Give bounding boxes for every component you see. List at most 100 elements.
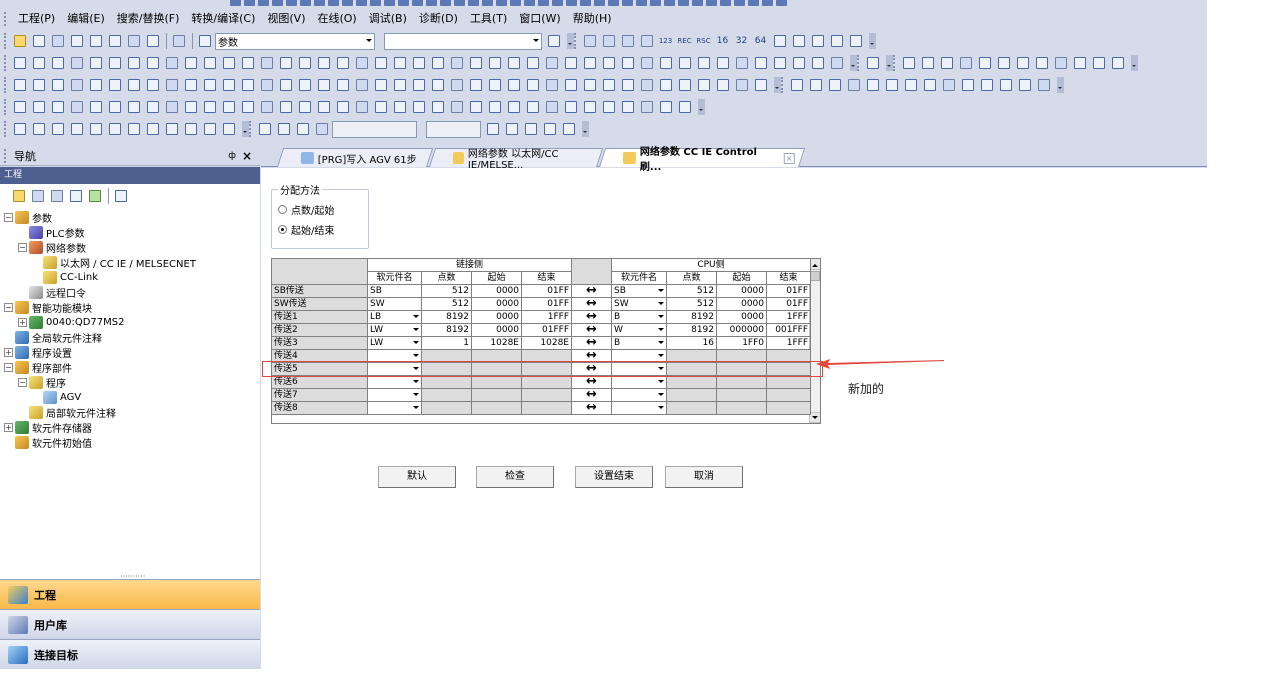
- ladder-tool-icon[interactable]: [486, 77, 503, 94]
- scroll-down-icon[interactable]: [810, 412, 820, 423]
- ladder-tool-icon[interactable]: [68, 77, 85, 94]
- link-cell[interactable]: 0000: [472, 324, 522, 337]
- link-cell[interactable]: [522, 402, 572, 415]
- ladder-tool-icon[interactable]: [676, 77, 693, 94]
- tree-options-icon[interactable]: [112, 188, 129, 205]
- link-cell[interactable]: [368, 363, 422, 376]
- ladder-tool-icon[interactable]: [258, 77, 275, 94]
- cpu-cell[interactable]: 512: [667, 285, 717, 298]
- ladder-tool-icon[interactable]: [997, 77, 1014, 94]
- ladder-tool-icon[interactable]: [638, 99, 655, 116]
- ladder-tool-icon[interactable]: [391, 99, 408, 116]
- num-rec-button[interactable]: REC: [676, 33, 693, 50]
- toolbar-overflow-icon[interactable]: [869, 33, 876, 49]
- ladder-tool-icon[interactable]: [353, 99, 370, 116]
- ladder-tool-icon[interactable]: [429, 55, 446, 72]
- ladder-tool-icon[interactable]: [543, 99, 560, 116]
- toolbar-grip[interactable]: [4, 55, 8, 71]
- link-cell[interactable]: [368, 389, 422, 402]
- ladder-tool-icon[interactable]: [220, 121, 237, 138]
- ladder-tool-icon[interactable]: [87, 99, 104, 116]
- ladder-tool-icon[interactable]: [144, 55, 161, 72]
- toolbar-overflow-icon[interactable]: [886, 55, 893, 71]
- ladder-tool-icon[interactable]: [619, 99, 636, 116]
- link-cell[interactable]: 01FF: [522, 285, 572, 298]
- chevron-down-icon[interactable]: [658, 406, 664, 412]
- project-view-icon[interactable]: [11, 33, 28, 50]
- link-cell[interactable]: [368, 376, 422, 389]
- format-icon[interactable]: [771, 33, 788, 50]
- ladder-tool-icon[interactable]: [809, 55, 826, 72]
- toolbar-icon[interactable]: [496, 0, 507, 6]
- ladder-tool-icon[interactable]: [106, 55, 123, 72]
- toolbar-icon[interactable]: [342, 0, 353, 6]
- link-cell[interactable]: 01FFF: [522, 324, 572, 337]
- toolbar-icon[interactable]: [314, 0, 325, 6]
- ladder-tool-icon[interactable]: [49, 77, 66, 94]
- link-cell[interactable]: [422, 350, 472, 363]
- toolbar-icon[interactable]: [622, 0, 633, 6]
- link-cell[interactable]: 1FFF: [522, 311, 572, 324]
- test-dropdown-icon[interactable]: [144, 33, 161, 50]
- collapse-icon[interactable]: −: [18, 243, 27, 252]
- ladder-tool-icon[interactable]: [334, 77, 351, 94]
- link-cell[interactable]: [422, 376, 472, 389]
- menu-item-8[interactable]: 工具(T): [464, 8, 513, 30]
- ladder-tool-icon[interactable]: [714, 77, 731, 94]
- ladder-icon[interactable]: [275, 121, 292, 138]
- ladder-tool-icon[interactable]: [334, 99, 351, 116]
- ladder-tool-icon[interactable]: [11, 77, 28, 94]
- ladder-tool-icon[interactable]: [277, 77, 294, 94]
- cpu-cell[interactable]: [612, 402, 667, 415]
- ladder-tool-icon[interactable]: [959, 77, 976, 94]
- menu-item-1[interactable]: 编辑(E): [61, 8, 111, 30]
- collapse-icon[interactable]: −: [4, 303, 13, 312]
- collapse-icon[interactable]: −: [4, 363, 13, 372]
- ladder-tool-icon[interactable]: [68, 121, 85, 138]
- toolbar-icon[interactable]: [664, 0, 675, 6]
- ladder-tool-icon[interactable]: [315, 99, 332, 116]
- link-cell[interactable]: [522, 363, 572, 376]
- tree-item[interactable]: − 参数: [4, 210, 52, 225]
- toolbar-icon[interactable]: [230, 0, 241, 6]
- expand-icon[interactable]: +: [18, 318, 27, 327]
- scroll-up-icon[interactable]: [810, 259, 820, 270]
- ladder-tool-icon[interactable]: [467, 55, 484, 72]
- ladder-tool-icon[interactable]: [657, 55, 674, 72]
- ladder-icon[interactable]: [541, 121, 558, 138]
- toolbar-icon[interactable]: [286, 0, 297, 6]
- cancel-button[interactable]: 取消: [665, 466, 743, 488]
- ladder-tool-icon[interactable]: [68, 99, 85, 116]
- new-data-icon[interactable]: [10, 188, 27, 205]
- toolbar-icon[interactable]: [412, 0, 423, 6]
- format-icon[interactable]: [847, 33, 864, 50]
- ladder-tool-icon[interactable]: [581, 99, 598, 116]
- ladder-icon[interactable]: [484, 121, 501, 138]
- ladder-tool-icon[interactable]: [49, 99, 66, 116]
- ladder-tool-icon[interactable]: [505, 55, 522, 72]
- radix-10-icon[interactable]: [619, 33, 636, 50]
- ladder-tool-icon[interactable]: [1014, 55, 1031, 72]
- ladder-tool-icon[interactable]: [695, 77, 712, 94]
- ladder-tool-icon[interactable]: [657, 99, 674, 116]
- ladder-tool-icon[interactable]: [30, 99, 47, 116]
- toolbar-grip[interactable]: [781, 77, 785, 93]
- close-icon[interactable]: ×: [242, 149, 252, 163]
- ladder-tool-icon[interactable]: [30, 121, 47, 138]
- cpu-cell[interactable]: [667, 350, 717, 363]
- chevron-down-icon[interactable]: [658, 367, 664, 373]
- toolbar-icon[interactable]: [356, 0, 367, 6]
- cpu-cell[interactable]: 01FF: [767, 298, 811, 311]
- close-icon[interactable]: ×: [784, 152, 795, 164]
- help-icon[interactable]: [170, 33, 187, 50]
- toolbar-icon[interactable]: [328, 0, 339, 6]
- ladder-tool-icon[interactable]: [315, 55, 332, 72]
- step-combo[interactable]: [426, 120, 481, 138]
- chevron-down-icon[interactable]: [658, 393, 664, 399]
- cpu-cell[interactable]: 0000: [717, 311, 767, 324]
- link-cell[interactable]: [522, 376, 572, 389]
- cpu-cell[interactable]: [667, 402, 717, 415]
- toolbar-icon[interactable]: [608, 0, 619, 6]
- radio-points-start[interactable]: 点数/起始: [278, 202, 334, 217]
- menu-item-5[interactable]: 在线(O): [311, 8, 362, 30]
